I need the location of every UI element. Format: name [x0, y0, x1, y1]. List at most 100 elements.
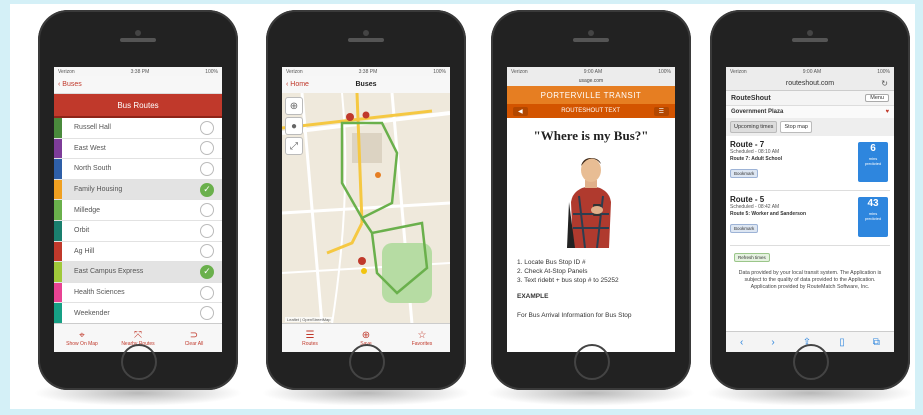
pin-button[interactable]: ●	[285, 117, 303, 135]
route-row[interactable]: East Campus Express ✓	[54, 262, 222, 283]
view-tabs: Upcoming times Stop map	[726, 118, 894, 136]
checkbox-empty-icon[interactable]	[200, 141, 214, 156]
route-map[interactable]: ⊕ ● ⤢ Leaflet | OpenStreetMap	[282, 92, 450, 325]
locate-button[interactable]: ⊕	[285, 97, 303, 115]
address-bar[interactable]: routeshout.com ↻	[726, 76, 894, 91]
forward-icon[interactable]: ›	[771, 337, 774, 348]
checkmark-icon[interactable]: ✓	[200, 182, 214, 197]
screen-routeshout: Verizon 9:00 AM 100% routeshout.com ↻ Ro…	[726, 67, 894, 352]
star-icon: ☆	[417, 329, 427, 341]
step-item: 3. Text ridebt + bus stop # to 25252	[517, 277, 619, 284]
home-button[interactable]	[349, 344, 385, 380]
fullscreen-button[interactable]: ⤢	[285, 137, 303, 155]
example-text: For Bus Arrival Information for Bus Stop	[517, 312, 632, 319]
arrival-card[interactable]: Route - 5 Scheduled - 08:42 AM Route 5: …	[730, 195, 890, 246]
checkbox-empty-icon[interactable]	[200, 120, 214, 135]
checkmark-icon[interactable]: ✓	[200, 264, 214, 279]
menu-button[interactable]: Menu	[865, 94, 889, 102]
bookmark-chip[interactable]: Bookmark	[730, 169, 759, 178]
tab-favorites[interactable]: ☆ Favorites	[394, 324, 450, 352]
route-row[interactable]: Orbit	[54, 220, 222, 242]
route-name: Weekender	[74, 309, 110, 317]
route-list: Russell Hall East West North South Family H…	[54, 118, 222, 324]
rider-illustration	[559, 152, 623, 249]
route-name: Family Housing	[74, 186, 123, 194]
bookmark-chip[interactable]: Bookmark	[730, 224, 759, 233]
back-icon[interactable]: ‹	[740, 337, 743, 348]
phone-bus-routes: Verizon 3:38 PM 100% ‹ Buses Bus Routes …	[38, 10, 238, 390]
site-header: RouteShout Menu	[726, 91, 894, 106]
route-row[interactable]: North South	[54, 159, 222, 180]
route-row[interactable]: Milledge	[54, 200, 222, 221]
screen-bus-map: Verizon 3:38 PM 100% ‹ Home Buses ⊕ ● ⤢ …	[282, 67, 450, 352]
home-button[interactable]	[793, 344, 829, 380]
address-bar[interactable]: usage.com	[507, 76, 675, 86]
bookmark-icon[interactable]: ♥	[885, 109, 889, 115]
eta-box: 43 mins predicted	[858, 197, 888, 237]
home-button[interactable]	[121, 344, 157, 380]
clear-icon: ⊃	[189, 329, 199, 341]
status-bar: Verizon 9:00 AM 100%	[726, 67, 894, 76]
route-color-swatch	[54, 241, 62, 262]
tab-upcoming-times[interactable]: Upcoming times	[730, 121, 778, 133]
route-row[interactable]: Health Sciences	[54, 282, 222, 304]
pin-icon: ●	[290, 120, 298, 132]
menu-icon[interactable]: ☰	[653, 106, 669, 116]
status-bar: Verizon 3:38 PM 100%	[54, 67, 222, 76]
checkbox-empty-icon[interactable]	[200, 244, 214, 259]
route-row[interactable]: Russell Hall	[54, 118, 222, 139]
checkbox-empty-icon[interactable]	[200, 203, 214, 218]
route-color-swatch	[54, 282, 62, 303]
plus-icon: ⊕	[361, 329, 371, 341]
camera-icon	[588, 30, 594, 36]
tab-label: Routes	[302, 340, 318, 347]
steps-list: 1. Locate Bus Stop ID # 2. Check At-Stop…	[517, 258, 675, 285]
url-text: routeshout.com	[785, 79, 835, 87]
screen-bus-routes: Verizon 3:38 PM 100% ‹ Buses Bus Routes …	[54, 67, 222, 352]
rider-photo	[559, 152, 623, 249]
arrival-card[interactable]: Route - 7 Scheduled - 08:10 AM Route 7: …	[730, 140, 890, 191]
eta-box: 6 mins predicted	[858, 142, 888, 182]
route-row[interactable]: Family Housing ✓	[54, 179, 222, 201]
carrier-label: Verizon	[511, 68, 528, 75]
phone-routeshout: Verizon 9:00 AM 100% routeshout.com ↻ Ro…	[710, 10, 910, 390]
list-icon: ☰	[305, 329, 315, 341]
route-row[interactable]: Ag Hill	[54, 241, 222, 263]
sub-banner-label: ROUTESHOUT TEXT	[561, 108, 621, 114]
checkbox-empty-icon[interactable]	[200, 223, 214, 238]
speaker-grille	[792, 38, 828, 42]
route-color-swatch	[54, 159, 62, 179]
tab-show-on-map[interactable]: ⌖ Show On Map	[54, 324, 110, 352]
refresh-chip[interactable]: Refresh times	[734, 253, 770, 262]
crosshair-icon: ⊕	[289, 100, 299, 112]
screen-sms-instructions: Verizon 9:00 AM 100% usage.com PORTERVIL…	[507, 67, 675, 352]
page-title: Bus Routes	[54, 94, 222, 118]
camera-icon	[363, 30, 369, 36]
tab-routes[interactable]: ☰ Routes	[282, 324, 338, 352]
tabs-icon[interactable]: ⧉	[873, 337, 880, 348]
reload-icon[interactable]: ↻	[881, 79, 888, 88]
camera-icon	[135, 30, 141, 36]
clock: 9:00 AM	[802, 68, 822, 75]
route-name: Health Sciences	[74, 289, 125, 297]
bookmarks-icon[interactable]: ▯	[839, 337, 845, 348]
tab-clear-all[interactable]: ⊃ Clear All	[166, 324, 222, 352]
checkbox-empty-icon[interactable]	[200, 285, 214, 300]
checkbox-empty-icon[interactable]	[200, 306, 214, 321]
back-button[interactable]: ‹ Buses	[58, 81, 82, 88]
step-item: 2. Check At-Stop Panels	[517, 268, 588, 275]
route-name: Ag Hill	[74, 247, 95, 255]
home-button[interactable]	[574, 344, 610, 380]
camera-icon	[807, 30, 813, 36]
speaker-grille	[348, 38, 384, 42]
checkbox-empty-icon[interactable]	[200, 161, 214, 176]
step-item: 1. Locate Bus Stop ID #	[517, 259, 586, 266]
route-name: Russell Hall	[74, 124, 111, 132]
battery-label: 100%	[658, 68, 671, 75]
page-title: Buses	[355, 81, 377, 88]
speaker-grille	[120, 38, 156, 42]
tab-stop-map[interactable]: Stop map	[780, 121, 812, 133]
route-row[interactable]: Weekender	[54, 303, 222, 324]
back-arrow-icon[interactable]: ◀	[513, 106, 528, 116]
route-row[interactable]: East West	[54, 138, 222, 160]
